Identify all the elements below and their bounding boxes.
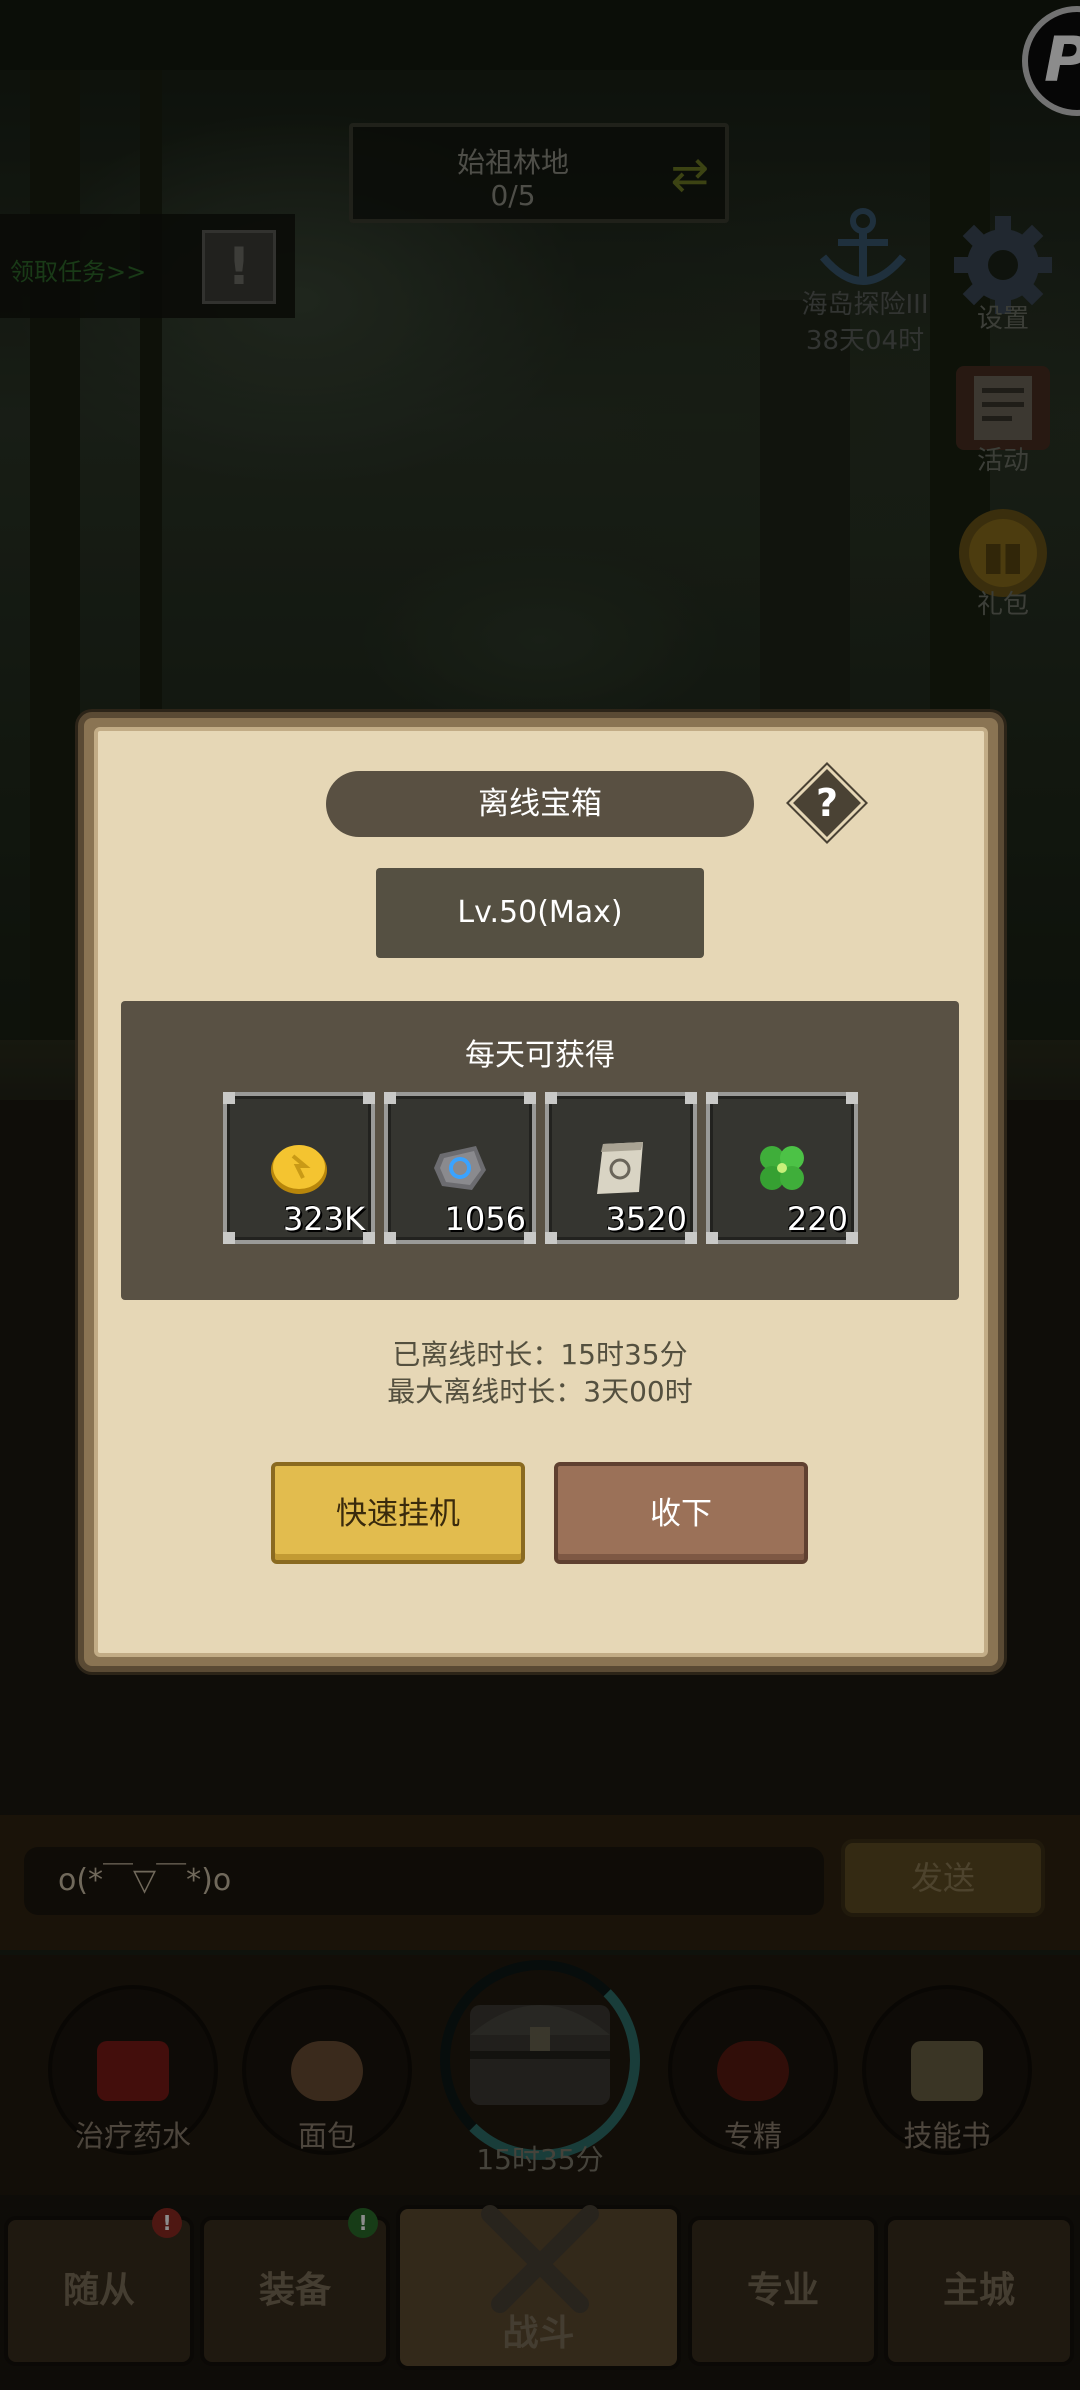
stone-ore-icon <box>434 1146 486 1190</box>
reward-count: 3520 <box>605 1200 687 1238</box>
offline-duration: 已离线时长：15时35分 <box>392 1338 688 1371</box>
collect-button[interactable]: 收下 <box>554 1462 808 1564</box>
help-icon[interactable]: ? <box>800 776 854 830</box>
reward-heading: 每天可获得 <box>465 1038 615 1073</box>
scroll-icon <box>597 1142 643 1194</box>
reward-count: 323K <box>282 1200 365 1238</box>
gold-coin-icon <box>271 1145 327 1194</box>
reward-slot[interactable]: 1056 <box>384 1092 536 1244</box>
chest-level: Lv.50(Max) <box>376 868 704 958</box>
reward-slot[interactable]: 3520 <box>545 1092 697 1244</box>
reward-count: 1056 <box>444 1200 526 1238</box>
max-offline-duration: 最大离线时长：3天00时 <box>387 1375 693 1408</box>
clover-icon <box>760 1146 804 1190</box>
reward-slot[interactable]: 220 <box>706 1092 858 1244</box>
reward-count: 220 <box>786 1200 848 1238</box>
dialog-title: 离线宝箱 <box>326 771 754 837</box>
reward-slot[interactable]: 323K <box>223 1092 375 1244</box>
quick-idle-button[interactable]: 快速挂机 <box>271 1462 525 1564</box>
